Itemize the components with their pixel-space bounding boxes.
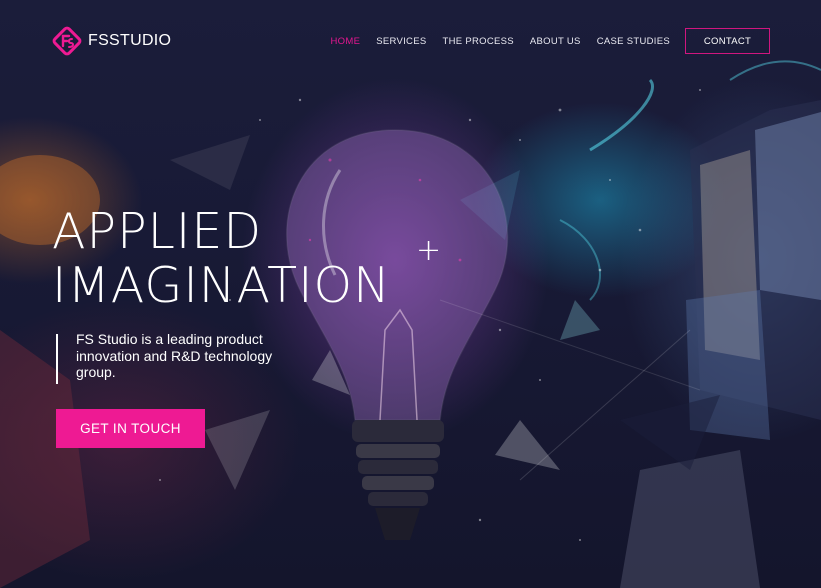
contact-button[interactable]: CONTACT	[685, 28, 770, 54]
fs-logo-icon	[52, 26, 82, 56]
brand-logo[interactable]: FSSTUDIO	[52, 26, 171, 56]
get-in-touch-button[interactable]: GET IN TOUCH	[56, 409, 205, 448]
nav-item-about-us[interactable]: ABOUT US	[530, 36, 581, 47]
nav-item-the-process[interactable]: THE PROCESS	[443, 36, 514, 47]
hero-headline: APPLIED IMAGINATION	[52, 205, 391, 313]
brand-name: FSSTUDIO	[88, 32, 172, 49]
main-navigation: HOME SERVICES THE PROCESS ABOUT US CASE …	[315, 28, 770, 54]
nav-item-case-studies[interactable]: CASE STUDIES	[597, 36, 670, 47]
tagline-text: FS Studio is a leading product innovatio…	[76, 331, 273, 380]
hero-tagline: FS Studio is a leading product innovatio…	[56, 331, 306, 384]
nav-item-home[interactable]: HOME	[331, 36, 361, 47]
headline-line-1: APPLIED	[52, 203, 263, 260]
hero-section: FSSTUDIO HOME SERVICES THE PROCESS ABOUT…	[0, 0, 821, 588]
nav-item-services[interactable]: SERVICES	[376, 36, 426, 47]
headline-line-2: IMAGINATION	[52, 257, 391, 314]
tagline-divider	[56, 334, 58, 384]
headline-plus-mark: +	[416, 233, 442, 268]
